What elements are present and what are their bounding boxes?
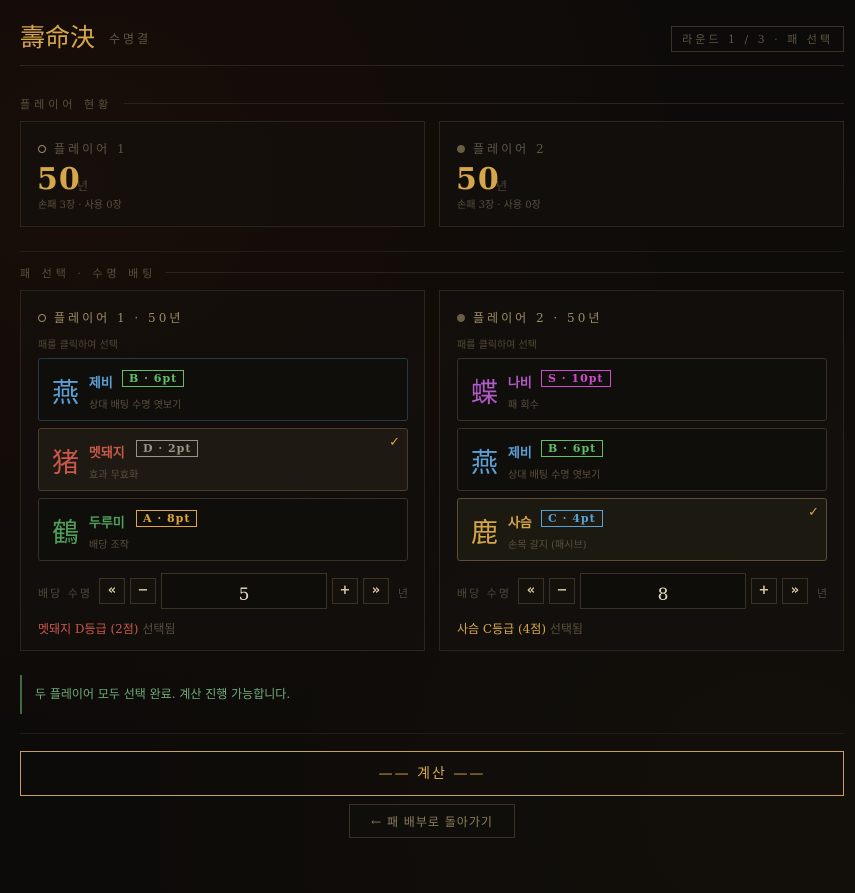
player-2-select-panel: 플레이어 2 · 50년 패를 클릭하여 선택 蝶 나비 S · 10pt 패 회수 燕… bbox=[439, 290, 844, 651]
bet-value-input[interactable]: 8 bbox=[580, 573, 746, 609]
card-name: 제비 bbox=[508, 446, 532, 461]
bet-label: 배당 수명 bbox=[38, 587, 92, 600]
bet-decrease-big-button[interactable]: « bbox=[518, 578, 544, 604]
player-2-select-head: 플레이어 2 · 50년 bbox=[457, 309, 602, 326]
card-name: 멧돼지 bbox=[89, 446, 125, 461]
divider bbox=[20, 251, 844, 252]
player-1-status-name: 플레이어 1 bbox=[38, 140, 128, 157]
hollow-circle-icon bbox=[38, 314, 46, 322]
card-grade-badge: C · 4pt bbox=[541, 510, 603, 527]
card-glyph: 鶴 bbox=[52, 518, 79, 549]
card-grade-badge: B · 6pt bbox=[541, 440, 604, 457]
bet-unit: 년 bbox=[397, 587, 408, 600]
bet-increase-big-button[interactable]: » bbox=[363, 578, 389, 604]
card-description: 패 회수 bbox=[508, 400, 539, 411]
bet-decrease-button[interactable]: − bbox=[130, 578, 156, 604]
player-2-selection-summary: 사슴 C등급 (4점) 선택됨 bbox=[457, 622, 583, 636]
card-description: 손목 갈지 (패시브) bbox=[508, 540, 587, 551]
card-name: 사슴 bbox=[508, 516, 532, 531]
card-grade-badge: A · 8pt bbox=[136, 510, 198, 527]
card-glyph: 燕 bbox=[52, 378, 79, 409]
player-1-years-unit: 년 bbox=[77, 179, 89, 193]
app-subtitle: 수명결 bbox=[109, 32, 152, 46]
card-description: 배당 조작 bbox=[89, 540, 129, 551]
status-notice: 두 플레이어 모두 선택 완료. 계산 진행 가능합니다. bbox=[20, 675, 844, 714]
bet-label: 배당 수명 bbox=[457, 587, 511, 600]
card-grade-badge: S · 10pt bbox=[541, 370, 611, 387]
section-title-select: 패 선택 · 수명 배팅 bbox=[20, 265, 844, 281]
hand-card[interactable]: 燕 제비 B · 6pt 상대 배팅 수명 엿보기 bbox=[457, 428, 827, 491]
card-name: 나비 bbox=[508, 376, 532, 391]
card-glyph: 蝶 bbox=[471, 378, 498, 409]
hand-card[interactable]: 猪 멧돼지 D · 2pt 효과 무효화 ✓ bbox=[38, 428, 408, 491]
card-grade-badge: B · 6pt bbox=[122, 370, 185, 387]
hollow-circle-icon bbox=[38, 145, 46, 153]
player-1-years: 50 bbox=[37, 162, 81, 197]
card-description: 상대 배팅 수명 엿보기 bbox=[89, 400, 182, 411]
player-1-hint: 패를 클릭하여 선택 bbox=[38, 340, 118, 351]
player-1-card-count: 손패 3장 · 사용 0장 bbox=[38, 200, 122, 211]
calculate-button[interactable]: —— 계산 —— bbox=[20, 751, 844, 796]
filled-circle-icon bbox=[457, 314, 465, 322]
card-grade-badge: D · 2pt bbox=[136, 440, 199, 457]
player-2-hint: 패를 클릭하여 선택 bbox=[457, 340, 537, 351]
card-description: 상대 배팅 수명 엿보기 bbox=[508, 470, 601, 481]
player-1-select-panel: 플레이어 1 · 50년 패를 클릭하여 선택 燕 제비 B · 6pt 상대 배팅 … bbox=[20, 290, 425, 651]
checkmark-icon: ✓ bbox=[389, 435, 400, 450]
bet-increase-button[interactable]: + bbox=[332, 578, 358, 604]
filled-circle-icon bbox=[457, 145, 465, 153]
bet-value-input[interactable]: 5 bbox=[161, 573, 327, 609]
hand-card[interactable]: 鶴 두루미 A · 8pt 배당 조작 bbox=[38, 498, 408, 561]
player-2-card-count: 손패 3장 · 사용 0장 bbox=[457, 200, 541, 211]
player-1-bet-row: 배당 수명 « − 5 + » 년 bbox=[38, 573, 408, 609]
round-badge: 라운드 1 / 3 · 패 선택 bbox=[671, 26, 844, 52]
card-glyph: 鹿 bbox=[471, 518, 498, 549]
hand-card[interactable]: 鹿 사슴 C · 4pt 손목 갈지 (패시브) ✓ bbox=[457, 498, 827, 561]
player-2-years-unit: 년 bbox=[496, 179, 508, 193]
card-glyph: 猪 bbox=[52, 448, 79, 479]
player-2-status: 플레이어 2 50 년 손패 3장 · 사용 0장 bbox=[439, 121, 844, 227]
bet-increase-big-button[interactable]: » bbox=[782, 578, 808, 604]
header: 壽命決 수명결 라운드 1 / 3 · 패 선택 bbox=[20, 18, 844, 66]
card-description: 효과 무효화 bbox=[89, 470, 139, 481]
back-button[interactable]: ← 패 배부로 돌아가기 bbox=[349, 804, 515, 838]
card-glyph: 燕 bbox=[471, 448, 498, 479]
bet-unit: 년 bbox=[816, 587, 827, 600]
player-2-bet-row: 배당 수명 « − 8 + » 년 bbox=[457, 573, 827, 609]
bet-decrease-button[interactable]: − bbox=[549, 578, 575, 604]
section-title-status: 플레이어 현황 bbox=[20, 96, 844, 112]
checkmark-icon: ✓ bbox=[808, 505, 819, 520]
player-1-selection-summary: 멧돼지 D등급 (2점) 선택됨 bbox=[38, 622, 176, 636]
card-name: 제비 bbox=[89, 376, 113, 391]
divider bbox=[20, 733, 844, 734]
app-title: 壽命決 bbox=[20, 23, 96, 52]
card-name: 두루미 bbox=[89, 516, 125, 531]
hand-card[interactable]: 蝶 나비 S · 10pt 패 회수 bbox=[457, 358, 827, 421]
player-2-years: 50 bbox=[456, 162, 500, 197]
hand-card[interactable]: 燕 제비 B · 6pt 상대 배팅 수명 엿보기 bbox=[38, 358, 408, 421]
bet-increase-button[interactable]: + bbox=[751, 578, 777, 604]
player-1-select-head: 플레이어 1 · 50년 bbox=[38, 309, 183, 326]
player-1-status: 플레이어 1 50 년 손패 3장 · 사용 0장 bbox=[20, 121, 425, 227]
bet-decrease-big-button[interactable]: « bbox=[99, 578, 125, 604]
player-2-status-name: 플레이어 2 bbox=[457, 140, 547, 157]
